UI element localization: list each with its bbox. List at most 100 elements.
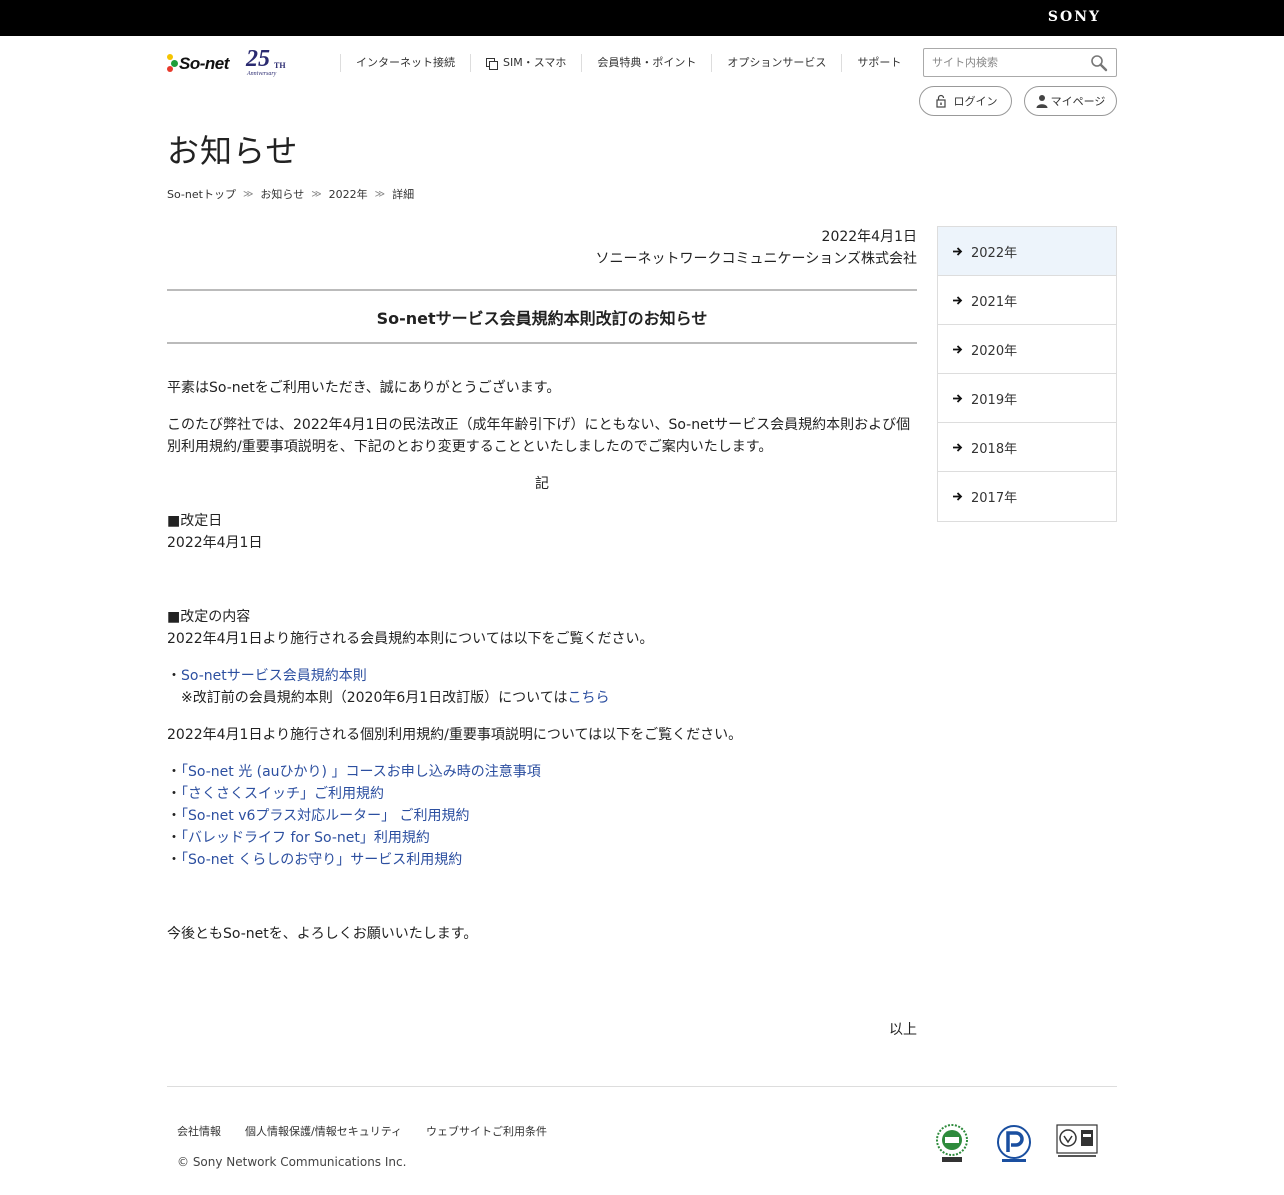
article-title: So-netサービス会員規約本則改訂のお知らせ	[167, 289, 917, 344]
article: 2022年4月1日 ソニーネットワークコミュニケーションズ株式会社 So-net…	[167, 226, 917, 1041]
nav-internet[interactable]: インターネット接続	[340, 54, 470, 72]
note-text: ※改訂前の会員規約本則（2020年6月1日改訂版）については	[181, 690, 568, 706]
bullet: ・	[167, 786, 181, 802]
arrow-right-icon	[953, 393, 963, 403]
revision-date-heading: ■改定日	[167, 513, 223, 529]
old-terms-link[interactable]: こちら	[567, 690, 609, 706]
bullet: ・	[167, 668, 181, 684]
arrow-right-icon	[953, 295, 963, 305]
footer-link-company[interactable]: 会社情報	[177, 1123, 221, 1139]
individual-terms-link[interactable]: 「So-net くらしのお守り」サービス利用規約	[181, 852, 462, 868]
logo-mark-icon	[167, 54, 179, 74]
window-icon	[486, 58, 498, 70]
main-link-row: ・So-netサービス会員規約本則	[167, 665, 917, 687]
footer-link-terms[interactable]: ウェブサイトご利用条件	[426, 1123, 547, 1139]
individual-terms-link[interactable]: 「バレッドライフ for So-net」利用規約	[181, 830, 430, 846]
search-icon[interactable]	[1090, 54, 1108, 72]
list-item: ・「So-net 光 (auひかり) 」コースお申し込み時の注意事項	[167, 761, 917, 783]
sony-top-bar: SONY	[0, 0, 1284, 36]
intro-text: このたび弊社では、2022年4月1日の民法改正（成年年齢引下げ）にともない、So…	[167, 417, 911, 455]
breadcrumb-news[interactable]: お知らせ	[260, 186, 304, 202]
content-text: 2022年4月1日より施行される会員規約本則については以下をご覧ください。	[167, 631, 654, 647]
login-label: ログイン	[953, 95, 998, 108]
sidebar-item-2022[interactable]: 2022年	[938, 227, 1116, 276]
copyright: © Sony Network Communications Inc.	[177, 1155, 407, 1169]
bullet: ・	[167, 830, 181, 846]
list-item: ・「So-net くらしのお守り」サービス利用規約	[167, 849, 917, 871]
end-text: 以上	[889, 1022, 917, 1038]
sidebar-item-2018[interactable]: 2018年	[938, 423, 1116, 472]
sidebar-item-2017[interactable]: 2017年	[938, 472, 1116, 521]
nav-benefits[interactable]: 会員特典・ポイント	[581, 54, 711, 72]
nav-benefits-label: 会員特典・ポイント	[597, 56, 697, 69]
nav-sim[interactable]: SIM・スマホ	[470, 54, 581, 72]
sidebar-item-2021[interactable]: 2021年	[938, 276, 1116, 325]
login-button[interactable]: ログイン	[919, 86, 1012, 116]
sidebar-item-label: 2017年	[971, 491, 1018, 506]
arrow-right-icon	[953, 492, 963, 501]
article-company: ソニーネットワークコミュニケーションズ株式会社	[595, 251, 917, 267]
nav-internet-label: インターネット接続	[356, 56, 455, 69]
individual-text: 2022年4月1日より施行される個別利用規約/重要事項説明については以下をご覧く…	[167, 727, 743, 743]
sidebar-item-label: 2018年	[971, 441, 1018, 457]
breadcrumb-current: 詳細	[392, 188, 415, 201]
closing-text: 今後ともSo-netを、よろしくお願いいたします。	[167, 926, 478, 942]
sidebar-item-label: 2020年	[971, 343, 1018, 359]
breadcrumb-year[interactable]: 2022年	[329, 186, 368, 202]
individual-terms-link[interactable]: 「So-net v6プラス対応ルーター」 ご利用規約	[181, 808, 470, 824]
mypage-button[interactable]: マイページ	[1024, 86, 1117, 116]
note-row: ※改訂前の会員規約本則（2020年6月1日改訂版）についてはこちら	[167, 687, 917, 709]
arrow-right-icon	[953, 442, 963, 452]
bullet: ・	[167, 808, 181, 824]
nav-options-label: オプションサービス	[727, 56, 827, 69]
nav-support-label: サポート	[857, 56, 902, 69]
sidebar-item-label: 2022年	[971, 245, 1018, 261]
bullet: ・	[167, 764, 181, 780]
arrow-right-icon	[953, 246, 963, 256]
sony-logo[interactable]: SONY	[1048, 9, 1101, 25]
article-date: 2022年4月1日	[821, 229, 917, 245]
nav-sim-label: SIM・スマホ	[503, 56, 567, 69]
site-search	[923, 48, 1117, 77]
list-item: ・「バレッドライフ for So-net」利用規約	[167, 827, 917, 849]
greeting-text: 平素はSo-netをご利用いただき、誠にありがとうございます。	[167, 380, 561, 396]
list-item: ・「さくさくスイッチ」ご利用規約	[167, 783, 917, 805]
sonet-logo[interactable]: So-net 25 TH Anniversary	[167, 46, 289, 80]
ki-text: 記	[535, 476, 549, 492]
breadcrumb-home[interactable]: So-netトップ	[167, 186, 236, 202]
footer-links: 会社情報 個人情報保護/情報セキュリティ ウェブサイトご利用条件	[177, 1123, 571, 1139]
sidebar-item-2020[interactable]: 2020年	[938, 325, 1116, 374]
anniversary-number: 25	[246, 46, 270, 72]
lock-icon	[935, 94, 946, 108]
sidebar-item-label: 2021年	[971, 294, 1018, 310]
revision-date: 2022年4月1日	[167, 535, 263, 551]
year-sidebar: 2022年 2021年 2020年 2019年 2018年 2017年	[937, 226, 1117, 522]
content-heading: ■改定の内容	[167, 609, 251, 625]
search-input[interactable]	[924, 49, 1084, 76]
iso-certification-badge[interactable]	[1056, 1124, 1098, 1162]
safe-security-isp-badge[interactable]	[936, 1124, 968, 1168]
global-nav: インターネット接続 SIM・スマホ 会員特典・ポイント オプションサービス サポ…	[340, 54, 916, 72]
list-item: ・「So-net v6プラス対応ルーター」 ご利用規約	[167, 805, 917, 827]
user-icon	[1036, 95, 1048, 108]
nav-support[interactable]: サポート	[841, 54, 916, 72]
breadcrumb: So-netトップ ≫ お知らせ ≫ 2022年 ≫ 詳細	[167, 186, 414, 202]
privacy-mark-badge[interactable]	[996, 1124, 1032, 1168]
individual-terms-link[interactable]: 「So-net 光 (auひかり) 」コースお申し込み時の注意事項	[181, 764, 541, 780]
page-title: お知らせ	[167, 132, 299, 170]
sidebar-item-label: 2019年	[971, 392, 1018, 408]
breadcrumb-separator: ≫	[374, 188, 386, 200]
member-terms-link[interactable]: So-netサービス会員規約本則	[181, 668, 367, 684]
article-meta: 2022年4月1日 ソニーネットワークコミュニケーションズ株式会社	[167, 226, 917, 270]
individual-terms-link[interactable]: 「さくさくスイッチ」ご利用規約	[181, 786, 384, 802]
breadcrumb-separator: ≫	[242, 188, 254, 200]
individual-link-list: ・「So-net 光 (auひかり) 」コースお申し込み時の注意事項 ・「さくさ…	[167, 761, 917, 871]
footer-link-privacy[interactable]: 個人情報保護/情報セキュリティ	[245, 1123, 402, 1139]
arrow-right-icon	[953, 344, 963, 354]
bullet: ・	[167, 852, 181, 868]
logo-wordmark: So-net	[179, 54, 229, 73]
mypage-label: マイページ	[1050, 95, 1106, 108]
nav-options[interactable]: オプションサービス	[711, 54, 841, 72]
footer-divider	[167, 1086, 1117, 1087]
sidebar-item-2019[interactable]: 2019年	[938, 374, 1116, 423]
